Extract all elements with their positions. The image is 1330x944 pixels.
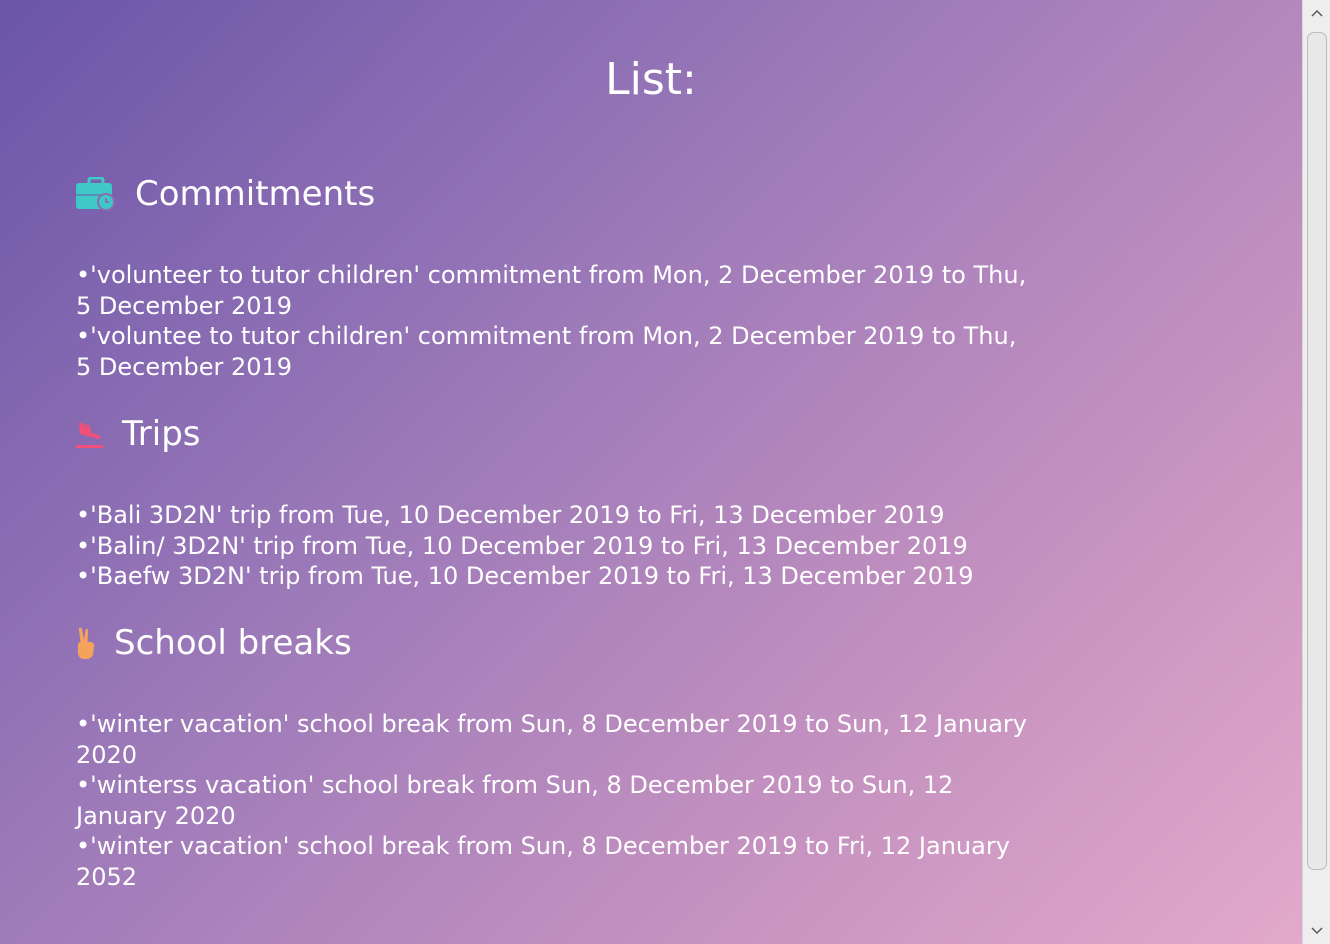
scrollbar-thumb[interactable]	[1307, 32, 1327, 870]
plane-landing-icon	[76, 414, 103, 454]
list-item: •'winter vacation' school break from Sun…	[76, 710, 1027, 769]
school-breaks-header: School breaks	[76, 623, 1036, 663]
school-breaks-title: School breaks	[114, 623, 352, 663]
list-item: •'winterss vacation' school break from S…	[76, 771, 954, 830]
list-item: •'Balin/ 3D2N' trip from Tue, 10 Decembe…	[76, 531, 968, 560]
page-title: List:	[605, 54, 697, 105]
list-item: •'volunteer to tutor children' commitmen…	[76, 261, 1027, 320]
trips-title: Trips	[122, 414, 201, 454]
commitments-title: Commitments	[135, 174, 376, 214]
trips-header: Trips	[76, 414, 1036, 454]
list-item: •'winter vacation' school break from Sun…	[76, 832, 1010, 891]
scroll-up-arrow-icon[interactable]	[1303, 2, 1330, 24]
commitments-header: Commitments	[76, 174, 1036, 214]
vertical-scrollbar[interactable]	[1302, 0, 1330, 944]
list-item: •'voluntee to tutor children' commitment…	[76, 322, 1017, 381]
commitments-list: •'volunteer to tutor children' commitmen…	[76, 260, 1036, 382]
victory-hand-icon	[76, 623, 96, 663]
briefcase-clock-icon	[76, 174, 116, 214]
trips-section: Trips •'Bali 3D2N' trip from Tue, 10 Dec…	[76, 414, 1036, 592]
commitments-section: Commitments •'volunteer to tutor childre…	[76, 174, 1036, 382]
school-breaks-list: •'winter vacation' school break from Sun…	[76, 709, 1036, 892]
list-item: •'Baefw 3D2N' trip from Tue, 10 December…	[76, 562, 974, 590]
trips-list: •'Bali 3D2N' trip from Tue, 10 December …	[76, 500, 1036, 592]
scroll-down-arrow-icon[interactable]	[1303, 920, 1330, 942]
school-breaks-section: School breaks •'winter vacation' school …	[76, 623, 1036, 892]
list-view: List: Commitments •'volunteer to tutor c…	[0, 0, 1302, 944]
list-item: •'Bali 3D2N' trip from Tue, 10 December …	[76, 501, 945, 529]
